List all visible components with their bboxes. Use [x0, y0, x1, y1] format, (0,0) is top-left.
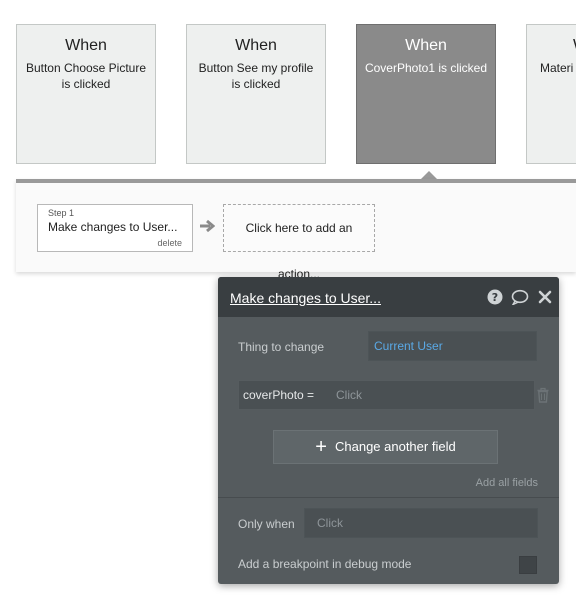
event-card-choose-picture[interactable]: When Button Choose Picture is clicked [16, 24, 156, 164]
comment-icon[interactable] [511, 289, 529, 305]
add-all-fields-link[interactable]: Add all fields [476, 477, 538, 489]
workflow-editor: When Button Choose Picture is clicked Wh… [0, 0, 576, 604]
event-card-coverphoto[interactable]: When CoverPhoto1 is clicked [356, 24, 496, 164]
coverphoto-value-input[interactable]: Click [336, 388, 362, 402]
only-when-label: Only when [238, 517, 295, 531]
panel-divider [218, 497, 559, 498]
add-action-button[interactable]: Click here to add an action... [223, 204, 375, 281]
close-icon[interactable] [538, 289, 552, 305]
step-1-card[interactable]: Step 1 Make changes to User... delete [37, 204, 193, 252]
help-icon[interactable]: ? [487, 289, 503, 305]
coverphoto-field-row: coverPhoto = Click [238, 380, 535, 410]
event-card-partial[interactable]: W Materi [526, 24, 576, 164]
event-description: Materi [540, 61, 574, 75]
selected-event-pointer [421, 171, 437, 179]
event-when-label: When [235, 37, 277, 54]
event-description: Button Choose Picture is clicked [25, 61, 147, 91]
panel-title[interactable]: Make changes to User... [230, 290, 381, 306]
event-when-label: When [65, 37, 107, 54]
change-another-field-button[interactable]: + Change another field [273, 430, 498, 464]
plus-icon: + [315, 436, 327, 458]
change-another-field-label: Change another field [334, 439, 456, 454]
step-title: Make changes to User... [48, 220, 178, 234]
thing-to-change-dropdown[interactable]: Current User [368, 331, 537, 361]
step-number: Step 1 [48, 208, 75, 218]
coverphoto-field-name: coverPhoto = [243, 388, 315, 402]
thing-to-change-label: Thing to change [238, 340, 325, 354]
breakpoint-checkbox[interactable] [519, 556, 537, 574]
event-card-see-profile[interactable]: When Button See my profile is clicked [186, 24, 326, 164]
event-description: CoverPhoto1 is clicked [364, 61, 488, 75]
arrow-right-icon [200, 219, 215, 233]
event-description: Button See my profile is clicked [198, 61, 314, 91]
action-properties-panel: Make changes to User... ? Thing to chang… [218, 277, 559, 584]
event-when-label: When [405, 37, 447, 54]
step-delete-link[interactable]: delete [157, 238, 182, 248]
svg-text:?: ? [492, 291, 498, 304]
event-when-label: W [527, 37, 576, 55]
panel-header: Make changes to User... ? [218, 277, 559, 317]
trash-icon[interactable] [536, 387, 550, 403]
breakpoint-label: Add a breakpoint in debug mode [238, 557, 412, 571]
action-bar: Step 1 Make changes to User... delete Cl… [16, 179, 576, 281]
only-when-input[interactable]: Click [304, 508, 538, 538]
